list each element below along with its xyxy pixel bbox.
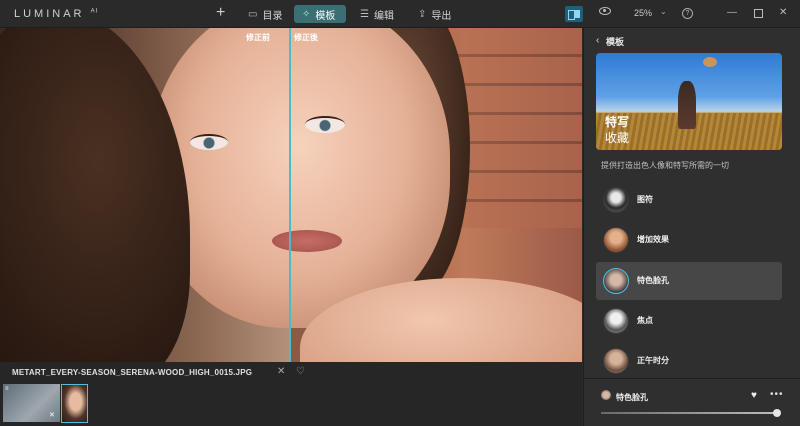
sparkle-icon: ✧: [302, 8, 311, 20]
reject-badge-icon: ✕: [49, 412, 55, 419]
reject-icon[interactable]: ✕: [277, 366, 285, 377]
template-item[interactable]: 焦点: [596, 302, 782, 340]
selected-template-avatar: [601, 390, 611, 400]
template-avatar: [603, 348, 629, 374]
minimize-button[interactable]: —: [727, 7, 737, 19]
template-item-active[interactable]: 特色脸孔: [596, 262, 782, 300]
templates-panel: ‹ 模板 特写 收藏 提供打造出色人像和特写所需的一切 图符 增加效果 特色脸孔…: [583, 28, 800, 426]
photo-canvas[interactable]: 修正前 修正後: [0, 28, 582, 362]
collection-subtitle: 收藏: [605, 131, 630, 145]
tab-edit[interactable]: ☰ 编辑: [352, 5, 402, 23]
amount-slider-thumb[interactable]: [773, 409, 781, 417]
template-item[interactable]: 增加效果: [596, 221, 782, 259]
collection-hero[interactable]: 特写 收藏: [596, 53, 782, 150]
before-label: 修正前: [246, 33, 270, 42]
template-item[interactable]: 正午时分: [596, 342, 782, 380]
template-avatar: [603, 268, 629, 294]
compare-divider-handle[interactable]: [289, 28, 291, 362]
heart-filled-icon[interactable]: ♥: [751, 390, 757, 401]
tab-export[interactable]: ⇪ 导出: [410, 5, 459, 23]
compare-split-icon[interactable]: [565, 6, 583, 22]
back-chevron-icon[interactable]: ‹: [596, 35, 599, 46]
app-logo: LUMINAR AI: [14, 8, 99, 20]
divider: [584, 378, 800, 379]
template-avatar: [603, 308, 629, 334]
filmstrip: METART_EVERY-SEASON_SERENA-WOOD_HIGH_001…: [0, 362, 582, 426]
amount-slider-track[interactable]: [601, 412, 777, 414]
panel-title[interactable]: 模板: [606, 35, 624, 48]
collection-description: 提供打造出色人像和特写所需的一切: [601, 161, 729, 170]
tab-catalog[interactable]: ▭ 目录: [240, 5, 290, 23]
close-button[interactable]: ✕: [779, 7, 787, 19]
file-name: METART_EVERY-SEASON_SERENA-WOOD_HIGH_001…: [12, 368, 253, 377]
more-options-icon[interactable]: •••: [770, 389, 784, 400]
sliders-icon: ☰: [360, 8, 369, 20]
edit-badge-icon: ≡: [5, 386, 9, 392]
collection-title: 特写: [605, 115, 630, 129]
chevron-down-icon[interactable]: ⌄: [660, 7, 667, 16]
eye-icon[interactable]: [599, 7, 611, 15]
maximize-button[interactable]: [754, 9, 763, 18]
template-avatar: [603, 227, 629, 253]
tab-templates[interactable]: ✧ 模板: [294, 5, 346, 23]
thumbnail-selected[interactable]: [61, 384, 88, 423]
folder-icon: ▭: [248, 8, 258, 20]
heart-outline-icon[interactable]: ♡: [296, 366, 305, 377]
template-avatar: [603, 187, 629, 213]
zoom-value[interactable]: 25%: [634, 8, 652, 18]
selected-template-label: 特色脸孔: [616, 393, 648, 402]
export-icon: ⇪: [418, 8, 427, 20]
add-button[interactable]: +: [216, 4, 225, 22]
help-icon[interactable]: ?: [682, 8, 693, 19]
after-label: 修正後: [294, 33, 318, 42]
top-bar: LUMINAR AI + ▭ 目录 ✧ 模板 ☰ 编辑 ⇪ 导出 25% ⌄ ? — ✕: [0, 0, 800, 28]
template-item[interactable]: 图符: [596, 181, 782, 219]
